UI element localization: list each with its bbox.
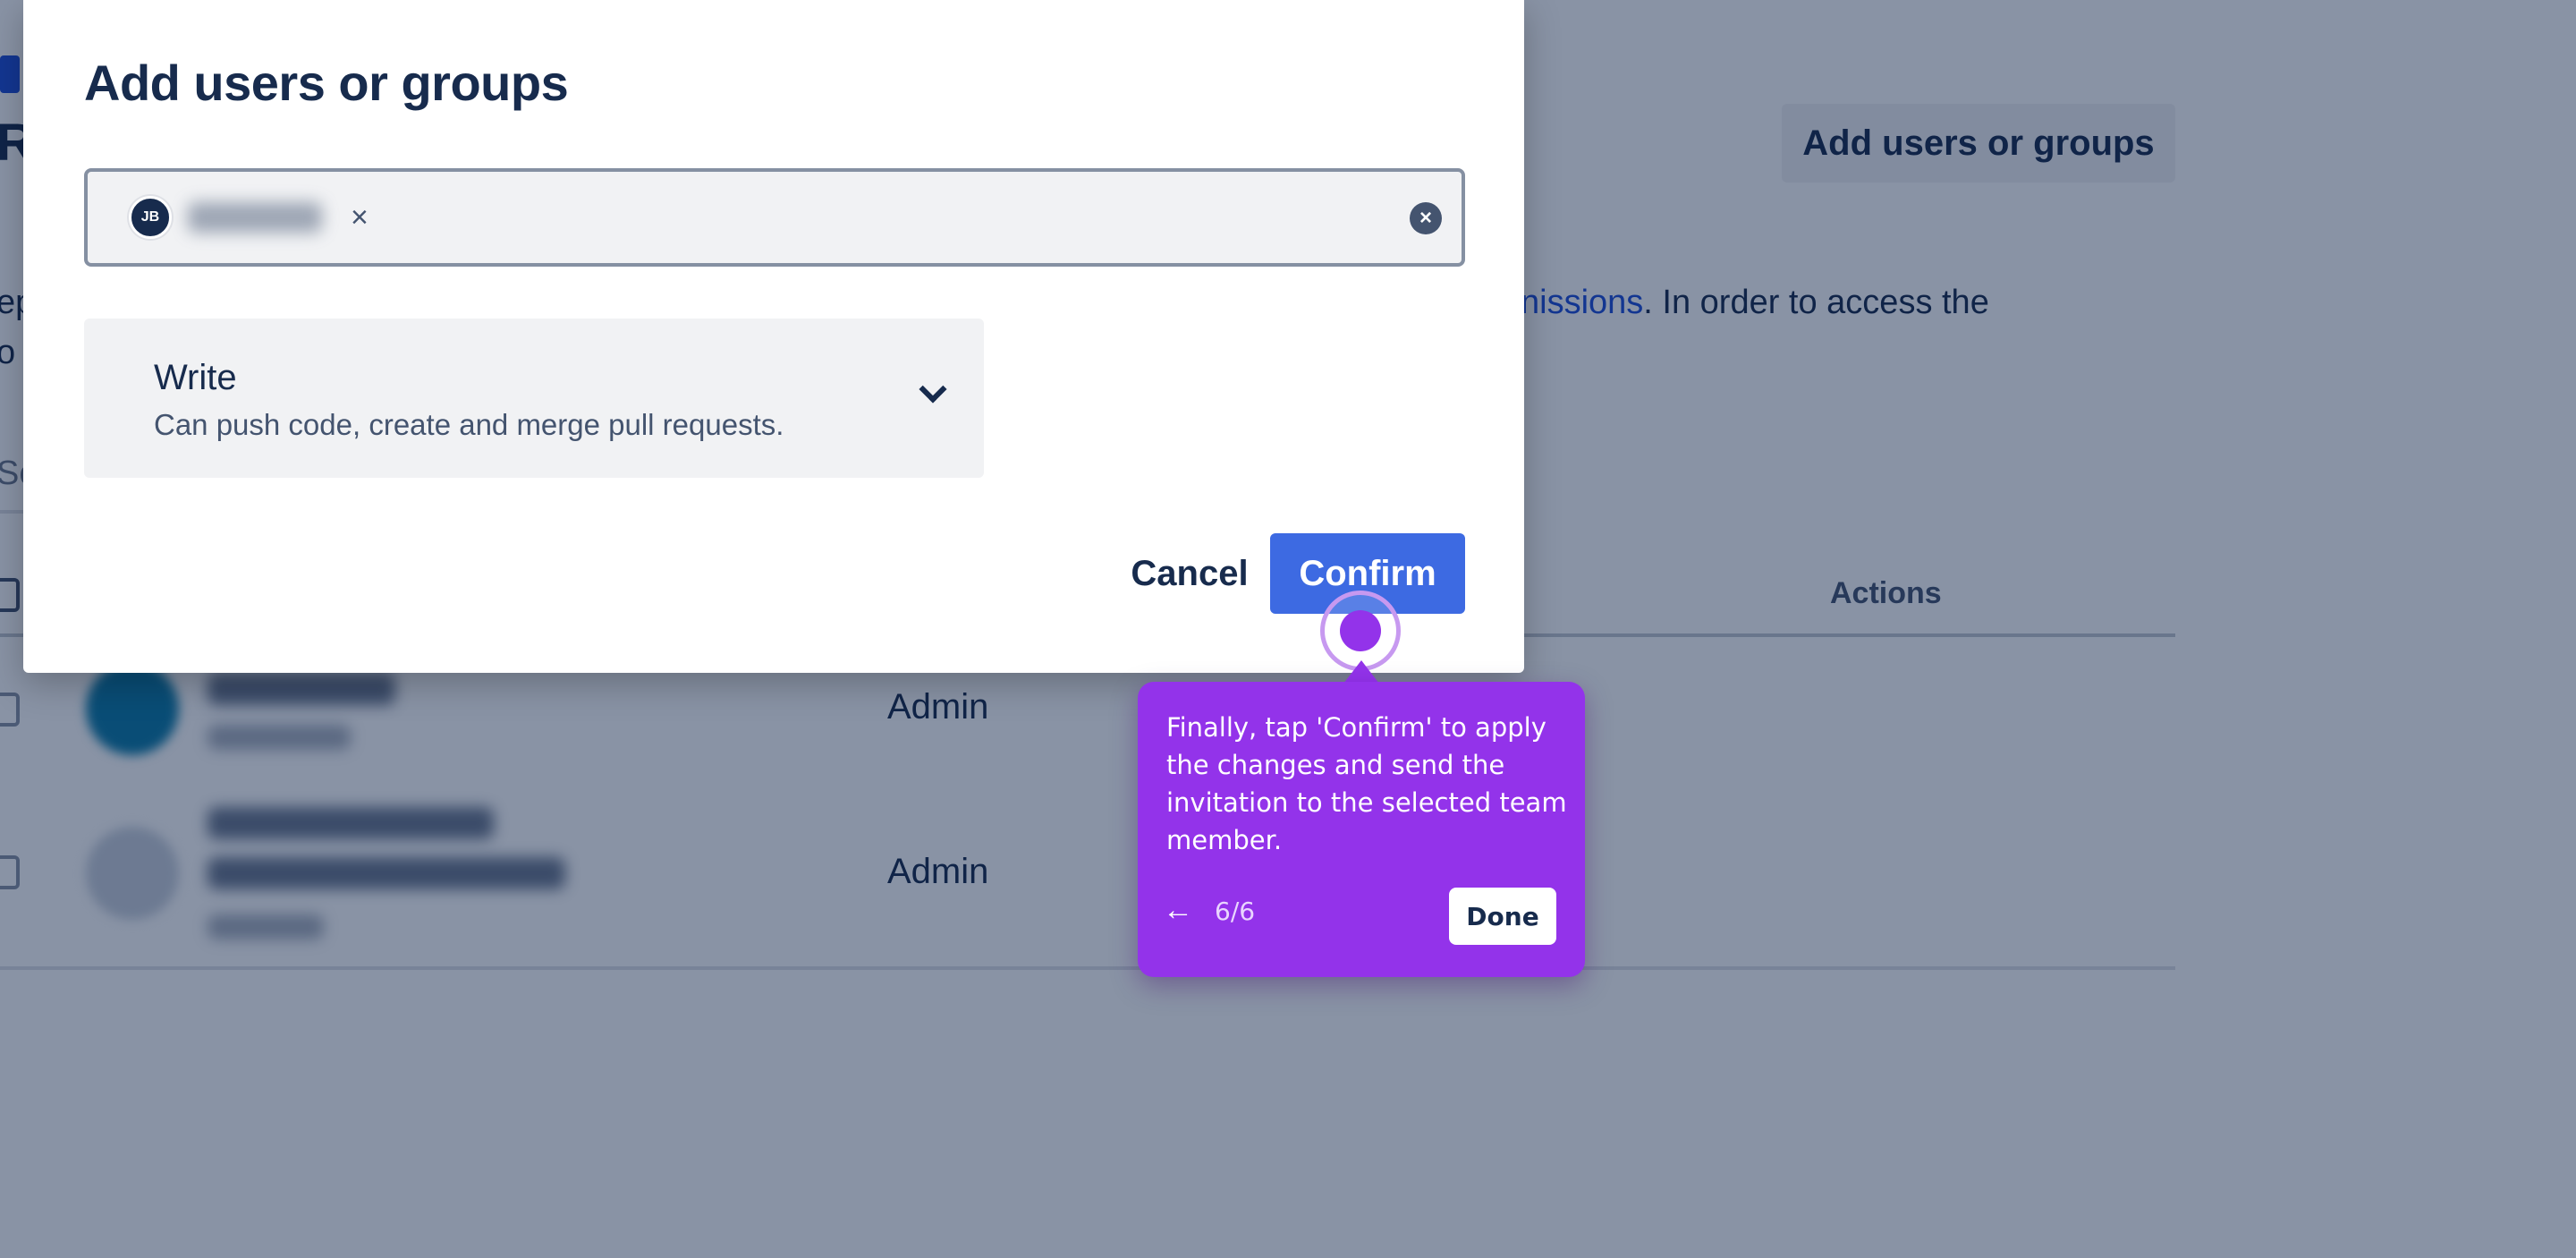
guide-tooltip: Finally, tap 'Confirm' to apply the chan…	[1138, 682, 1585, 977]
clear-icon[interactable]: ×	[1410, 202, 1442, 234]
tooltip-step-counter: 6/6	[1215, 897, 1256, 926]
permission-description: Can push code, create and merge pull req…	[154, 408, 784, 441]
user-picker-input[interactable]: JB × ×	[84, 168, 1465, 267]
tooltip-arrow	[1343, 660, 1379, 684]
permission-select[interactable]: Write Can push code, create and merge pu…	[84, 319, 984, 478]
selected-user-chip: JB ×	[129, 191, 388, 243]
chip-avatar: JB	[129, 196, 172, 239]
chip-remove-icon[interactable]: ×	[351, 202, 369, 233]
chevron-down-icon	[919, 375, 947, 404]
modal-title: Add users or groups	[84, 55, 569, 111]
tooltip-text: Finally, tap 'Confirm' to apply the chan…	[1166, 712, 1567, 855]
cancel-button[interactable]: Cancel	[1091, 533, 1288, 614]
arrow-left-icon[interactable]: ←	[1163, 893, 1193, 928]
done-button[interactable]: Done	[1449, 888, 1556, 945]
redacted-chip-name	[188, 202, 322, 233]
guide-hotspot-dot[interactable]	[1340, 610, 1381, 651]
permission-name: Write	[154, 358, 237, 397]
add-users-modal: Add users or groups JB × × Write Can pus…	[23, 0, 1524, 673]
